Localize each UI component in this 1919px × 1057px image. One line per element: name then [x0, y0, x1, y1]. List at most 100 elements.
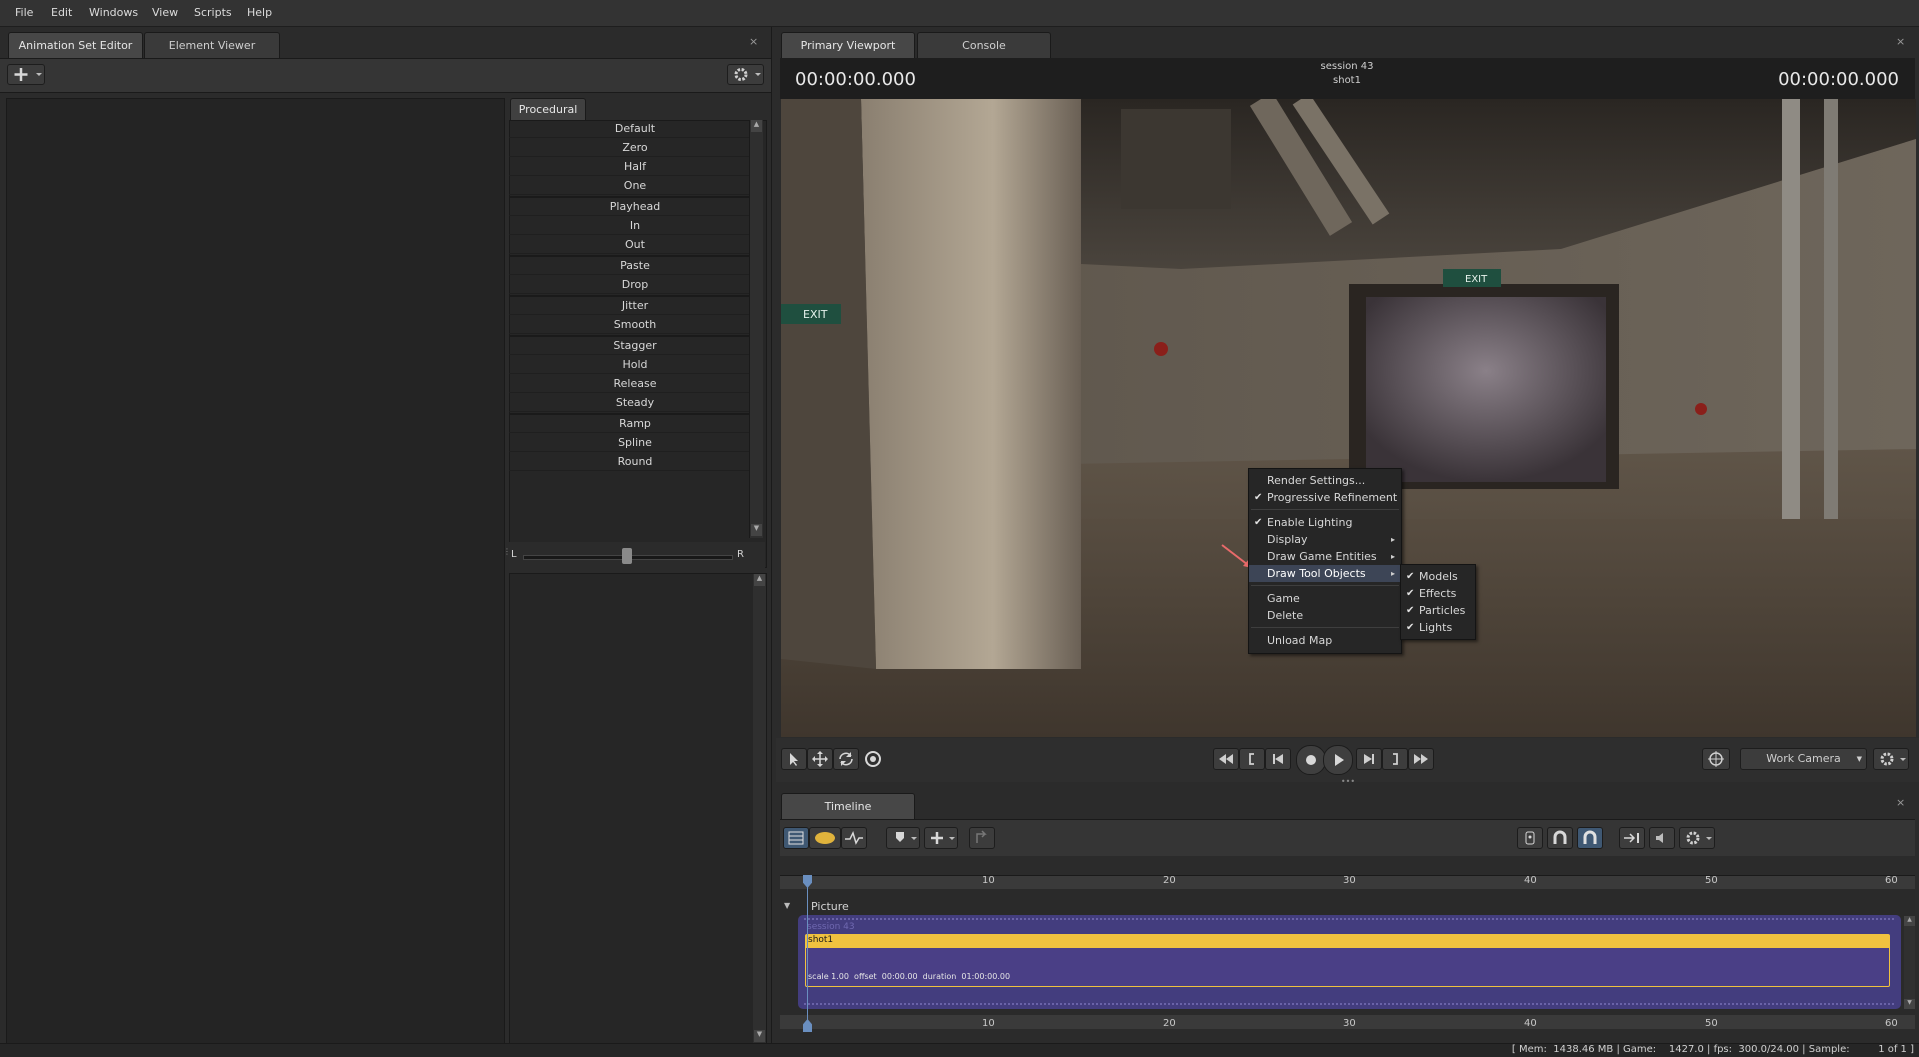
- tab-element-viewer[interactable]: Element Viewer: [144, 32, 280, 59]
- submenu-arrow-icon: ▸: [1390, 569, 1395, 578]
- proc-out[interactable]: Out: [509, 236, 761, 254]
- rewind-button[interactable]: [1213, 748, 1239, 770]
- mark-out-button[interactable]: [1382, 748, 1408, 770]
- splitter-handle[interactable]: ⋮: [503, 547, 511, 567]
- proc-steady[interactable]: Steady: [509, 394, 761, 412]
- proc-drop[interactable]: Drop: [509, 276, 761, 294]
- procedural-list: Default Zero Half One Playhead In Out Pa…: [509, 120, 761, 472]
- tab-primary-viewport[interactable]: Primary Viewport: [781, 32, 915, 59]
- up-level-button[interactable]: [969, 827, 995, 849]
- procedural-scrollbar[interactable]: ▲ ▼: [749, 120, 763, 538]
- menu-file[interactable]: File: [15, 6, 33, 19]
- submenu-lights[interactable]: ✔ Lights: [1401, 619, 1475, 636]
- proc-one[interactable]: One: [509, 177, 761, 195]
- timeline-scrollbar[interactable]: ▲ ▼: [1904, 916, 1915, 1009]
- proc-spline[interactable]: Spline: [509, 434, 761, 452]
- pivot-tool-button[interactable]: [861, 748, 885, 770]
- menu-help[interactable]: Help: [247, 6, 272, 19]
- lock-button[interactable]: [1517, 827, 1543, 849]
- proc-release[interactable]: Release: [509, 375, 761, 393]
- menu-delete[interactable]: Delete: [1249, 607, 1401, 624]
- proc-paste[interactable]: Paste: [509, 257, 761, 275]
- tick-label: 60: [1885, 875, 1898, 886]
- playhead-line[interactable]: [807, 876, 808, 1030]
- add-animation-set-button[interactable]: [7, 64, 45, 85]
- select-tool-button[interactable]: [781, 748, 807, 770]
- clip-editor-mode-button[interactable]: [783, 827, 809, 849]
- menu-scripts[interactable]: Scripts: [194, 6, 232, 19]
- track-collapse-icon[interactable]: ▼: [784, 901, 790, 910]
- proc-half[interactable]: Half: [509, 158, 761, 176]
- menu-game[interactable]: Game: [1249, 590, 1401, 607]
- balance-slider[interactable]: L R: [509, 542, 765, 568]
- tick-label: 10: [982, 1018, 995, 1029]
- proc-smooth[interactable]: Smooth: [509, 316, 761, 334]
- camera-select-dropdown[interactable]: Work Camera ▼: [1740, 748, 1867, 770]
- proc-ramp[interactable]: Ramp: [509, 415, 761, 433]
- proc-jitter[interactable]: Jitter: [509, 297, 761, 315]
- record-icon: [1306, 755, 1316, 765]
- move-tool-button[interactable]: [807, 748, 833, 770]
- step-back-button[interactable]: [1265, 748, 1291, 770]
- menu-draw-tool-objects[interactable]: Draw Tool Objects ▸: [1249, 565, 1401, 582]
- balance-thumb[interactable]: [622, 548, 632, 564]
- shot-clip[interactable]: shot1 scale 1.00 offset 00:00.00 duratio…: [805, 934, 1890, 987]
- close-viewport-panel-icon[interactable]: ×: [1896, 35, 1905, 48]
- crosshair-button[interactable]: [1702, 748, 1730, 770]
- menu-edit[interactable]: Edit: [51, 6, 72, 19]
- fast-forward-icon: [1414, 754, 1428, 764]
- proc-zero[interactable]: Zero: [509, 139, 761, 157]
- timeline-settings-button[interactable]: [1679, 827, 1715, 849]
- tab-console[interactable]: Console: [917, 32, 1051, 59]
- menu-draw-game-entities[interactable]: Draw Game Entities ▸: [1249, 548, 1401, 565]
- proc-hold[interactable]: Hold: [509, 356, 761, 374]
- step-forward-button[interactable]: [1356, 748, 1382, 770]
- panel-splitter-handle[interactable]: •••: [1340, 778, 1356, 786]
- play-icon: [1335, 754, 1344, 766]
- motion-editor-mode-button[interactable]: [809, 827, 841, 849]
- graph-editor-mode-button[interactable]: [841, 827, 867, 849]
- menubar: File Edit Windows View Scripts Help: [0, 0, 1919, 27]
- tab-animation-set-editor[interactable]: Animation Set Editor: [8, 32, 143, 59]
- tick-label: 50: [1705, 875, 1718, 886]
- play-button[interactable]: [1323, 745, 1353, 775]
- proc-stagger[interactable]: Stagger: [509, 337, 761, 355]
- submenu-models[interactable]: ✔ Models: [1401, 568, 1475, 585]
- mute-audio-button[interactable]: [1649, 827, 1675, 849]
- menu-view[interactable]: View: [152, 6, 178, 19]
- jump-to-end-button[interactable]: [1619, 827, 1645, 849]
- step-forward-icon: [1364, 754, 1374, 764]
- add-marker-button[interactable]: [886, 827, 920, 849]
- tab-timeline[interactable]: Timeline: [781, 793, 915, 820]
- ruler-ticks-bottom: 10 20 30 40 50 60: [780, 1018, 1915, 1032]
- record-button[interactable]: [1296, 745, 1326, 775]
- tab-procedural[interactable]: Procedural: [510, 98, 586, 120]
- add-track-button[interactable]: [924, 827, 958, 849]
- film-clip-container[interactable]: session 43 shot1 scale 1.00 offset 00:00…: [798, 915, 1901, 1009]
- filmstrip-icon: [788, 831, 804, 845]
- shot-clip-name: shot1: [808, 935, 834, 945]
- close-timeline-panel-icon[interactable]: ×: [1896, 796, 1905, 809]
- fast-forward-button[interactable]: [1408, 748, 1434, 770]
- close-left-panel-icon[interactable]: ×: [749, 35, 758, 48]
- menu-unload-map[interactable]: Unload Map: [1249, 632, 1401, 649]
- menu-windows[interactable]: Windows: [89, 6, 138, 19]
- menu-render-settings[interactable]: Render Settings...: [1249, 472, 1401, 489]
- snap-frame-button[interactable]: [1577, 827, 1603, 849]
- rotate-tool-button[interactable]: [833, 748, 859, 770]
- mark-in-button[interactable]: [1239, 748, 1265, 770]
- animation-set-list-area[interactable]: [6, 98, 505, 1045]
- menu-progressive-refinement[interactable]: ✔ Progressive Refinement: [1249, 489, 1401, 506]
- snap-button[interactable]: [1547, 827, 1573, 849]
- submenu-particles[interactable]: ✔ Particles: [1401, 602, 1475, 619]
- proc-default[interactable]: Default: [509, 120, 761, 138]
- menu-enable-lighting[interactable]: ✔ Enable Lighting: [1249, 514, 1401, 531]
- proc-round[interactable]: Round: [509, 453, 761, 471]
- submenu-effects[interactable]: ✔ Effects: [1401, 585, 1475, 602]
- menu-display[interactable]: Display ▸: [1249, 531, 1401, 548]
- proc-in[interactable]: In: [509, 217, 761, 235]
- settings-gear-button[interactable]: [727, 64, 764, 85]
- viewport-settings-button[interactable]: [1873, 748, 1909, 770]
- proc-playhead[interactable]: Playhead: [509, 198, 761, 216]
- timeline-toolbar: [780, 819, 1915, 856]
